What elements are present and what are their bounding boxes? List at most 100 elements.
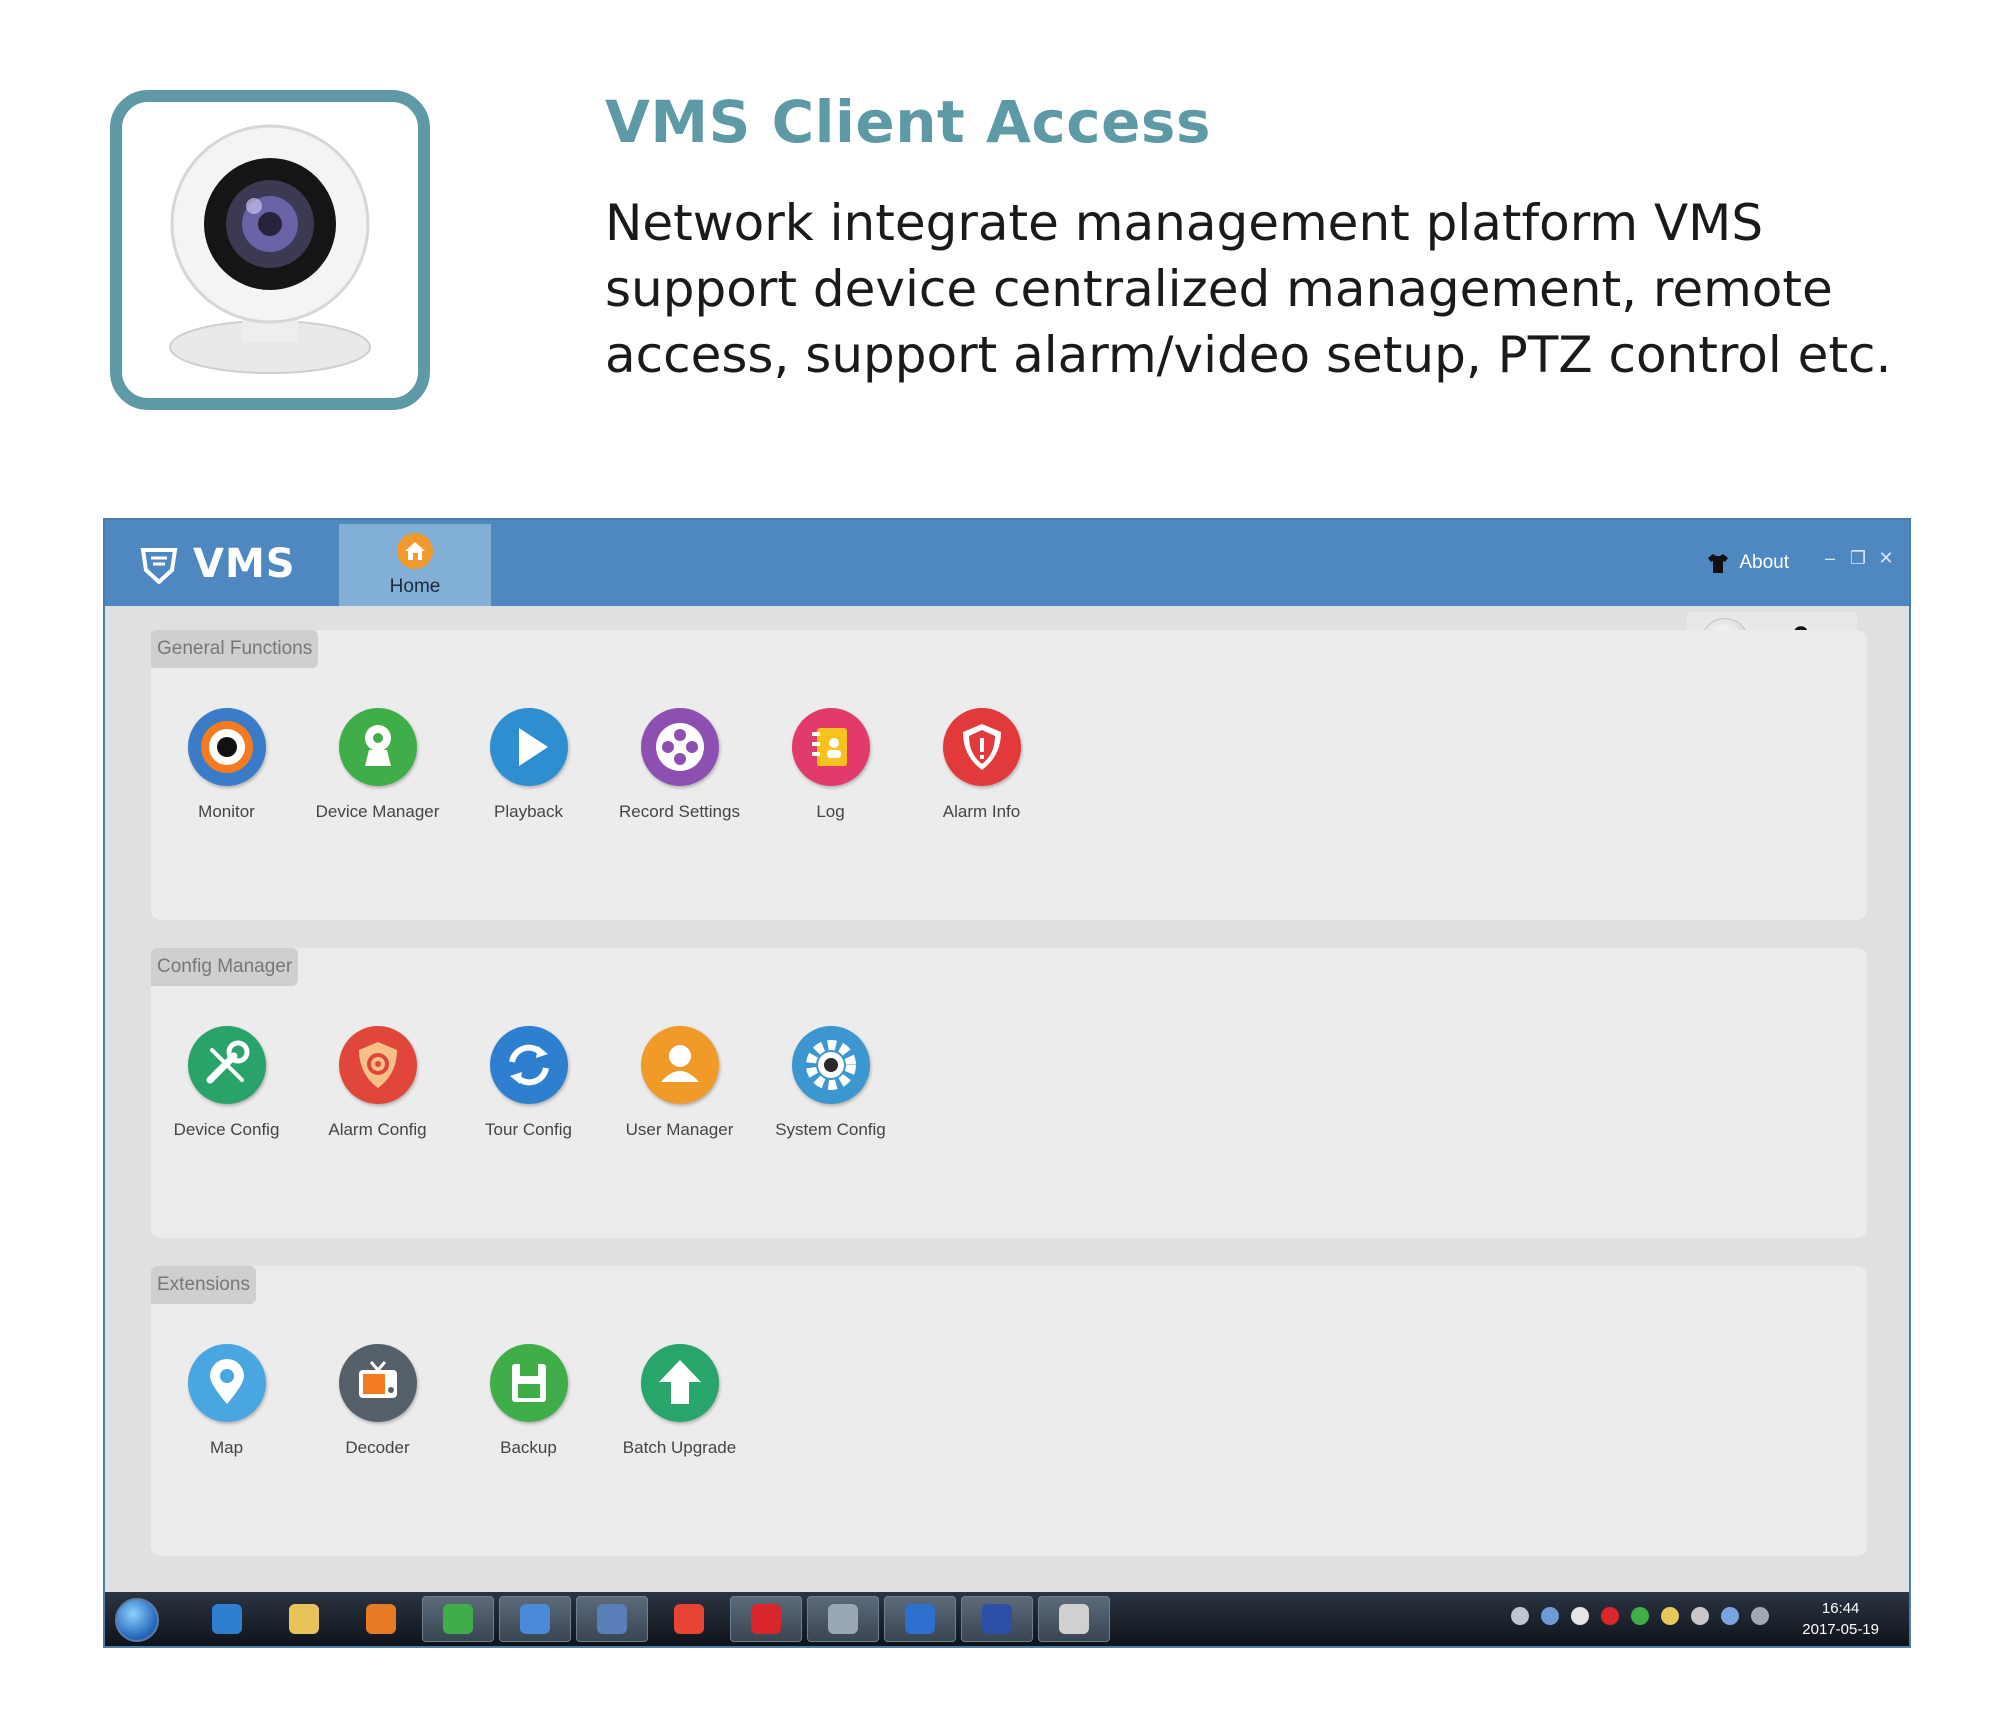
panel-title: Config Manager [151, 948, 299, 986]
close-button[interactable]: ✕ [1877, 548, 1895, 569]
icon-grid: Monitor Device Manager Playback Record S… [151, 708, 1057, 822]
brand-logo: VMS [139, 541, 296, 587]
globe-app-icon [982, 1604, 1012, 1634]
media-player-icon [366, 1604, 396, 1634]
decoder-icon [338, 1344, 417, 1422]
batch-upgrade-button[interactable]: Batch Upgrade [604, 1344, 755, 1458]
record-settings-label: Record Settings [619, 802, 740, 821]
alarm-config-button[interactable]: Alarm Config [302, 1026, 453, 1140]
taskbar-app-button[interactable] [653, 1596, 725, 1642]
panel-config-manager: Config Manager Device Config Alarm Confi… [151, 948, 1867, 1238]
clock-time: 16:44 [1821, 1600, 1860, 1617]
taskbar-app-button[interactable] [422, 1596, 494, 1642]
ie-icon [212, 1604, 242, 1634]
device-manager-button[interactable]: Device Manager [302, 708, 453, 822]
panel-title: General Functions [151, 630, 319, 668]
device-config-icon [187, 1026, 266, 1104]
icon-grid: Map Decoder Backup Batch Upgrade [151, 1344, 755, 1458]
browser-360-icon [443, 1604, 473, 1634]
title-bar: VMS Home About – ❐ ✕ [105, 520, 1909, 606]
log-icon [791, 708, 870, 786]
alarm-info-icon [942, 708, 1021, 786]
tray-volume-icon[interactable] [1691, 1607, 1709, 1625]
system-tray [1511, 1607, 1769, 1625]
record-settings-button[interactable]: Record Settings [604, 708, 755, 822]
taskbar-app-button[interactable] [961, 1596, 1033, 1642]
tray-red-app-icon[interactable] [1601, 1607, 1619, 1625]
device-config-button[interactable]: Device Config [151, 1026, 302, 1140]
page: VMS Client Access Network integrate mana… [0, 0, 2000, 1730]
about-label: About [1739, 552, 1789, 573]
monitor-button[interactable]: Monitor [151, 708, 302, 822]
user-manager-button[interactable]: User Manager [604, 1026, 755, 1140]
cloud-app-icon [520, 1604, 550, 1634]
tray-help-icon[interactable] [1541, 1607, 1559, 1625]
icon-grid: Device Config Alarm Config Tour Config U… [151, 1026, 906, 1140]
panel-title: Extensions [151, 1266, 256, 1304]
system-config-button[interactable]: System Config [755, 1026, 906, 1140]
word-app-icon [905, 1604, 935, 1634]
device-manager-label: Device Manager [315, 802, 440, 821]
webcam-icon [169, 124, 371, 374]
taskbar-app-button[interactable] [268, 1596, 340, 1642]
taskbar-app-button[interactable] [499, 1596, 571, 1642]
batch-upgrade-label: Batch Upgrade [622, 1438, 737, 1457]
taskbar-app-button[interactable] [730, 1596, 802, 1642]
window-controls: – ❐ ✕ [1821, 548, 1895, 569]
backup-button[interactable]: Backup [453, 1344, 604, 1458]
batch-upgrade-icon [640, 1344, 719, 1422]
map-label: Map [209, 1438, 244, 1457]
map-button[interactable]: Map [151, 1344, 302, 1458]
taskbar-app-button[interactable] [576, 1596, 648, 1642]
promo-title: VMS Client Access [605, 88, 1211, 156]
alarm-info-button[interactable]: Alarm Info [906, 708, 1057, 822]
shield-logo-icon [140, 548, 178, 584]
playback-button[interactable]: Playback [453, 708, 604, 822]
monitor-label: Monitor [198, 802, 255, 821]
tray-globe-icon[interactable] [1721, 1607, 1739, 1625]
device-config-label: Device Config [173, 1120, 280, 1139]
log-button[interactable]: Log [755, 708, 906, 822]
brand-name: VMS [193, 541, 296, 587]
taskbar: 16:44 2017-05-19 [105, 1592, 1909, 1646]
tour-config-icon [489, 1026, 568, 1104]
backup-label: Backup [500, 1438, 557, 1457]
minimize-button[interactable]: – [1821, 548, 1839, 569]
tray-shield-icon[interactable] [1631, 1607, 1649, 1625]
tour-config-label: Tour Config [485, 1120, 572, 1139]
list-app-icon [597, 1604, 627, 1634]
shirt-icon [1708, 554, 1729, 573]
record-settings-icon [640, 708, 719, 786]
red-app-icon [751, 1604, 781, 1634]
decoder-button[interactable]: Decoder [302, 1344, 453, 1458]
tray-monitor-icon[interactable] [1751, 1607, 1769, 1625]
playback-icon [489, 708, 568, 786]
tray-user-icon[interactable] [1571, 1607, 1589, 1625]
clock[interactable]: 16:44 2017-05-19 [1802, 1598, 1879, 1640]
about-button[interactable]: About [1707, 552, 1789, 574]
system-config-label: System Config [775, 1120, 886, 1139]
taskbar-app-button[interactable] [1038, 1596, 1110, 1642]
taskbar-app-button[interactable] [884, 1596, 956, 1642]
tab-home[interactable]: Home [339, 524, 491, 606]
taskbar-app-button[interactable] [345, 1596, 417, 1642]
monitor-icon [187, 708, 266, 786]
restore-button[interactable]: ❐ [1849, 548, 1867, 569]
home-icon [397, 533, 433, 569]
taskbar-app-button[interactable] [807, 1596, 879, 1642]
promo-description: Network integrate management platform VM… [605, 194, 1892, 384]
vms-camera-app-icon [1059, 1604, 1089, 1634]
user-manager-icon [640, 1026, 719, 1104]
log-label: Log [816, 802, 845, 821]
alarm-config-label: Alarm Config [328, 1120, 427, 1139]
taskbar-app-button[interactable] [191, 1596, 263, 1642]
tray-network-icon[interactable] [1511, 1607, 1529, 1625]
panel-general-functions: General Functions Monitor Device Manager [151, 630, 1867, 920]
tour-config-button[interactable]: Tour Config [453, 1026, 604, 1140]
tray-app-icon[interactable] [1661, 1607, 1679, 1625]
backup-icon [489, 1344, 568, 1422]
tab-home-label: Home [389, 576, 441, 597]
start-button[interactable] [115, 1598, 159, 1642]
decoder-label: Decoder [345, 1438, 410, 1457]
chrome-icon [674, 1604, 704, 1634]
